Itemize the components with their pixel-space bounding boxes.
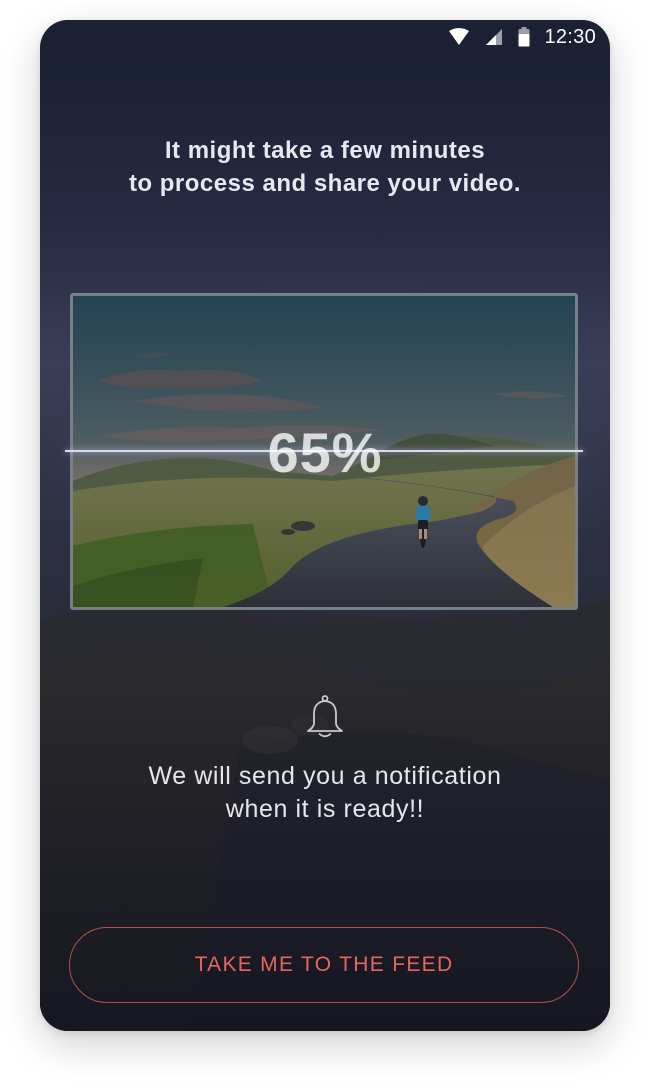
processing-message-line-2: to process and share your video. xyxy=(128,170,522,197)
notification-message: We will send you a notification when it … xyxy=(40,760,610,826)
bell-icon xyxy=(305,694,345,740)
status-bar: 12:30 xyxy=(40,20,610,54)
take-me-to-feed-button[interactable]: TAKE ME TO THE FEED xyxy=(69,927,579,1003)
battery-icon xyxy=(518,27,530,47)
wifi-icon xyxy=(448,28,470,46)
notification-message-line-2: when it is ready!! xyxy=(225,795,425,823)
phone-screen: 12:30 It might take a few minutes to pro… xyxy=(40,20,610,1031)
progress-percent: 65% xyxy=(267,421,383,484)
notification-message-line-1: We will send you a notification xyxy=(148,762,502,790)
status-time: 12:30 xyxy=(544,25,596,48)
cell-signal-icon xyxy=(484,28,504,46)
processing-message: It might take a few minutes to process a… xyxy=(40,134,610,200)
processing-message-line-1: It might take a few minutes xyxy=(164,137,486,164)
